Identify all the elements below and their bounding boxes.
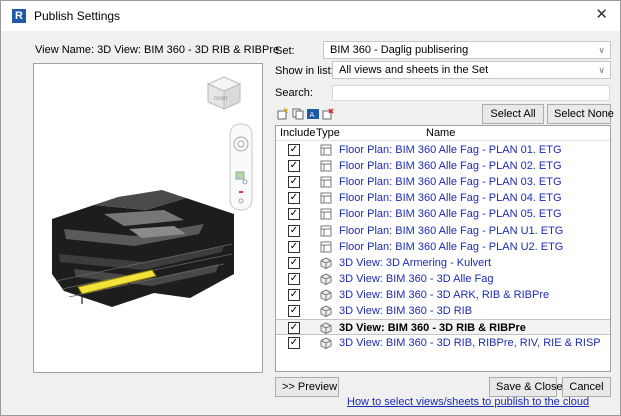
preview-toggle-button[interactable]: >> Preview [275,377,339,397]
3d-view-icon [320,289,332,301]
new-set-icon[interactable] [277,108,289,120]
revit-icon: R [12,9,26,23]
show-in-list-label: Show in list: [275,65,334,77]
include-checkbox[interactable]: ✓ [288,160,300,173]
column-header-include[interactable]: Include [280,126,315,140]
publish-settings-dialog: R Publish Settings ✕ View Name: 3D View:… [0,0,621,416]
table-row[interactable]: ✓ Floor Plan: BIM 360 Alle Fag - PLAN U2.… [276,239,610,255]
3d-view-icon [320,273,332,285]
row-name: 3D View: 3D Armering - Kulvert [339,256,492,269]
column-header-type[interactable]: Type [316,126,340,140]
3d-view-icon [320,305,332,318]
row-name: 3D View: BIM 360 - 3D ARK, RIB & RIBPre [339,288,550,301]
close-icon[interactable]: ✕ [595,7,608,22]
row-name: 3D View: BIM 360 - 3D RIB & RIBPre [339,322,526,335]
include-checkbox[interactable]: ✓ [288,224,300,237]
include-checkbox[interactable]: ✓ [288,256,300,269]
row-name: 3D View: BIM 360 - 3D RIB, RIBPre, RIV, … [339,337,601,350]
3d-view-icon [320,322,332,335]
sheet-icon [320,225,332,237]
duplicate-set-icon[interactable] [292,108,304,120]
include-checkbox[interactable]: ✓ [288,240,300,253]
search-input[interactable] [332,85,610,101]
sheet-icon [320,144,332,156]
table-row[interactable]: ✓ Floor Plan: BIM 360 Alle Fag - PLAN 03.… [276,174,610,190]
delete-set-icon[interactable] [322,108,334,120]
show-in-list-dropdown[interactable]: All views and sheets in the Set ∨ [332,61,611,79]
svg-text:A: A [310,111,315,119]
save-close-button[interactable]: Save & Close [489,377,563,397]
sheet-icon [320,208,332,220]
include-checkbox[interactable]: ✓ [288,176,300,189]
table-row[interactable]: ✓ Floor Plan: BIM 360 Alle Fag - PLAN 04.… [276,190,610,206]
include-checkbox[interactable]: ✓ [288,144,300,156]
list-header: Include Type Name [276,126,610,141]
table-row[interactable]: ✓ Floor Plan: BIM 360 Alle Fag - PLAN U1.… [276,223,610,239]
row-name: Floor Plan: BIM 360 Alle Fag - PLAN U1. … [339,224,564,237]
view-preview[interactable]: FRONT [33,63,263,373]
view-cube-icon[interactable]: FRONT [206,76,242,110]
set-label: Set: [275,45,295,57]
3d-view-icon [320,337,332,350]
sheet-icon [320,241,332,253]
svg-text:FRONT: FRONT [214,96,228,101]
table-row[interactable]: ✓ 3D View: BIM 360 - 3D Alle Fag [276,271,610,287]
title-bar[interactable]: R Publish Settings ✕ [1,1,620,31]
cancel-button[interactable]: Cancel [562,377,611,397]
include-checkbox[interactable]: ✓ [288,337,300,350]
views-sheets-list[interactable]: Include Type Name ✓ Floor Plan: BIM 360 A… [275,125,611,372]
table-row[interactable]: ✓ 3D View: 3D Armering - Kulvert [276,255,610,271]
window-title: Publish Settings [34,9,121,23]
include-checkbox[interactable]: ✓ [288,192,300,205]
rename-set-icon[interactable]: A [307,108,319,120]
help-link[interactable]: How to select views/sheets to publish to… [347,396,589,408]
sheet-icon [320,176,332,188]
row-name: Floor Plan: BIM 360 Alle Fag - PLAN 05. … [339,208,562,221]
navigation-bar[interactable] [229,123,253,211]
include-checkbox[interactable]: ✓ [288,322,300,335]
model-preview-image: FRONT [52,76,253,307]
set-dropdown-value: BIM 360 - Daglig publisering [330,44,469,56]
include-checkbox[interactable]: ✓ [288,208,300,221]
table-row[interactable]: ✓ 3D View: BIM 360 - 3D RIB & RIBPre [276,319,610,336]
include-checkbox[interactable]: ✓ [288,305,300,317]
row-name: 3D View: BIM 360 - 3D RIB [339,305,473,317]
table-row[interactable]: ✓ 3D View: BIM 360 - 3D RIB [276,303,610,319]
table-row[interactable]: ✓ Floor Plan: BIM 360 Alle Fag - PLAN 05.… [276,206,610,222]
chevron-down-icon: ∨ [598,65,605,75]
column-header-name[interactable]: Name [426,126,455,140]
chevron-down-icon: ∨ [598,45,605,55]
sheet-icon [320,160,332,172]
row-name: 3D View: BIM 360 - 3D Alle Fag [339,272,494,285]
row-name: Floor Plan: BIM 360 Alle Fag - PLAN U2. … [339,240,564,253]
row-name: Floor Plan: BIM 360 Alle Fag - PLAN 01. … [339,144,562,156]
row-name: Floor Plan: BIM 360 Alle Fag - PLAN 03. … [339,176,562,189]
include-checkbox[interactable]: ✓ [288,272,300,285]
select-all-button[interactable]: Select All [482,104,544,124]
preview-area-bottom [33,373,263,397]
table-row[interactable]: ✓ Floor Plan: BIM 360 Alle Fag - PLAN 01.… [276,142,610,158]
set-dropdown[interactable]: BIM 360 - Daglig publisering ∨ [323,41,611,59]
table-row[interactable]: ✓ 3D View: BIM 360 - 3D RIB, RIBPre, RIV,… [276,335,610,351]
select-none-button[interactable]: Select None [547,104,614,124]
search-label: Search: [275,87,313,99]
row-name: Floor Plan: BIM 360 Alle Fag - PLAN 02. … [339,160,562,173]
include-checkbox[interactable]: ✓ [288,288,300,301]
table-row[interactable]: ✓ 3D View: BIM 360 - 3D ARK, RIB & RIBPre [276,287,610,303]
sheet-icon [320,192,332,204]
3d-view-icon [320,257,332,269]
row-name: Floor Plan: BIM 360 Alle Fag - PLAN 04. … [339,192,562,205]
show-in-list-value: All views and sheets in the Set [339,64,489,76]
table-row[interactable]: ✓ Floor Plan: BIM 360 Alle Fag - PLAN 02.… [276,158,610,174]
view-name-label: View Name: 3D View: BIM 360 - 3D RIB & R… [35,44,280,56]
